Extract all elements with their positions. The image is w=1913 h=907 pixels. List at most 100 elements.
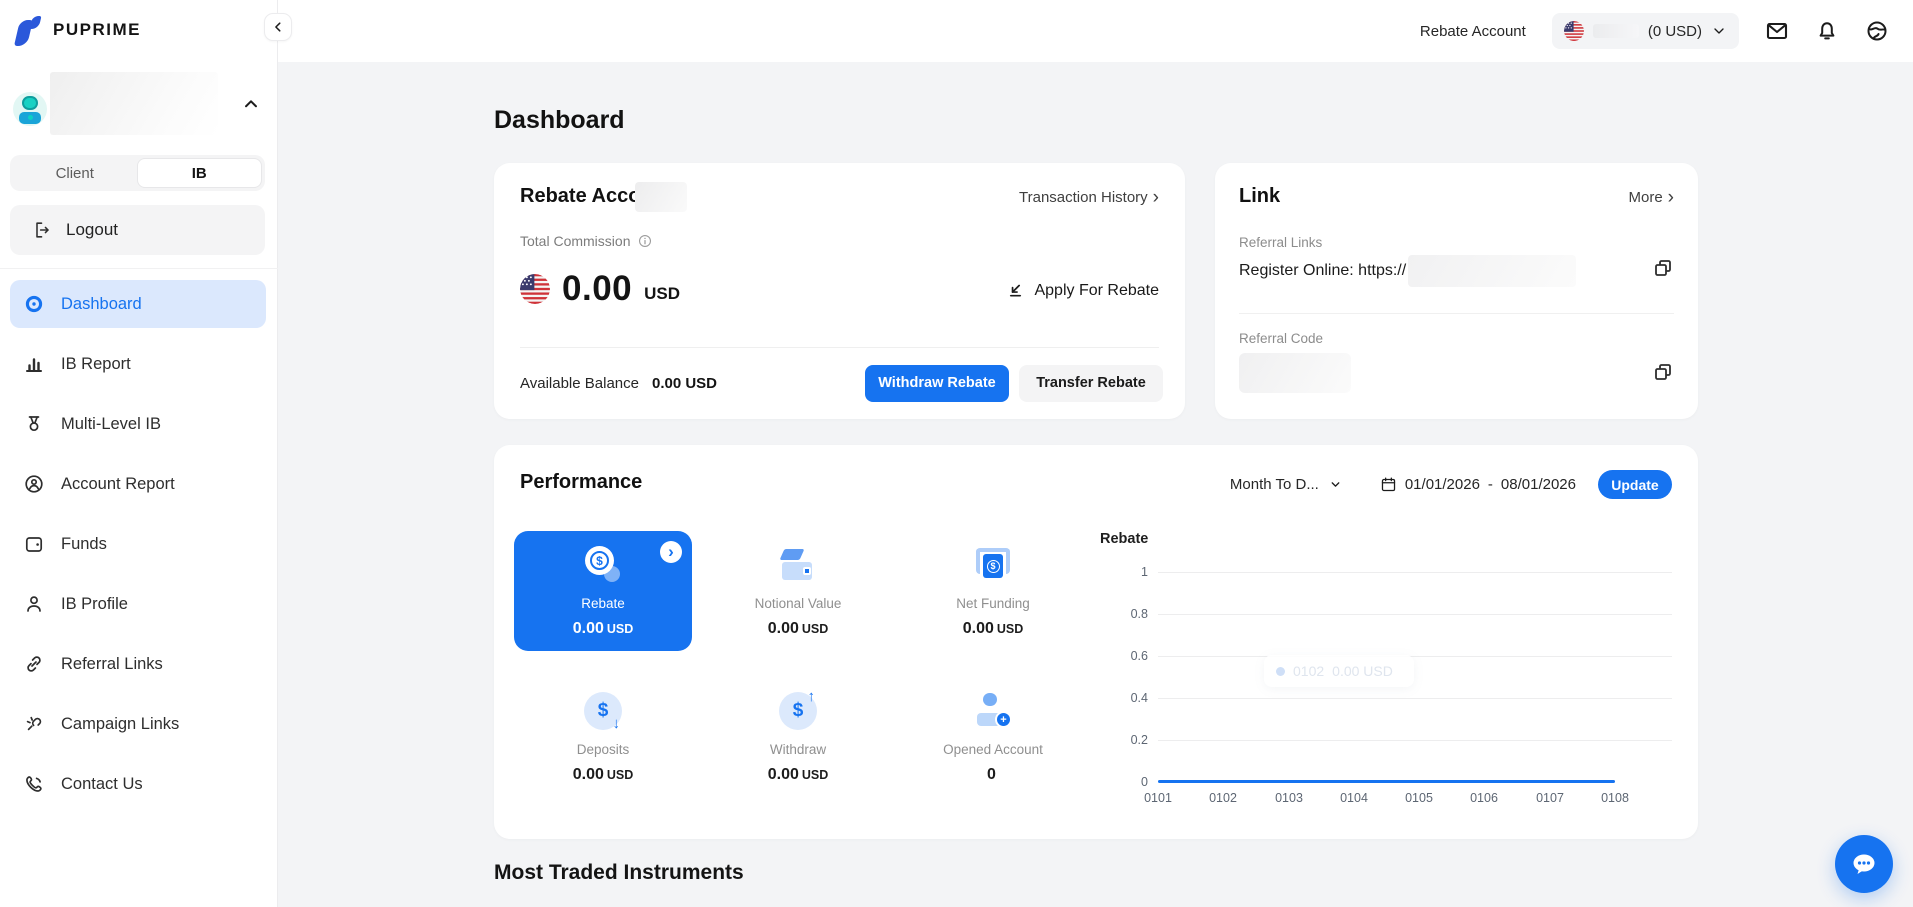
person-icon bbox=[23, 593, 45, 615]
chart-tooltip: 0102 0.00 USD bbox=[1264, 655, 1414, 687]
tile-opened-account[interactable]: + Opened Account 0 bbox=[904, 677, 1082, 797]
link-more-link[interactable]: More › bbox=[1628, 189, 1674, 206]
sidebar-item-referral-links[interactable]: Referral Links bbox=[10, 640, 266, 688]
y-axis-tick: 0.6 bbox=[1094, 649, 1148, 663]
x-axis-tick: 0108 bbox=[1601, 791, 1629, 805]
chat-widget-button[interactable] bbox=[1835, 835, 1893, 893]
sidebar-item-label: Account Report bbox=[61, 475, 175, 494]
sidebar-item-funds[interactable]: Funds bbox=[10, 520, 266, 568]
account-selector[interactable]: (0 USD) bbox=[1552, 13, 1739, 49]
redacted-user-name bbox=[50, 72, 218, 135]
tile-notional-value[interactable]: Notional Value 0.00USD bbox=[709, 531, 887, 651]
update-button[interactable]: Update bbox=[1598, 470, 1672, 499]
apply-for-rebate-link[interactable]: Apply For Rebate bbox=[1006, 281, 1159, 300]
tab-ib[interactable]: IB bbox=[137, 158, 263, 188]
sidebar-item-label: Campaign Links bbox=[61, 715, 179, 734]
x-axis-tick: 0106 bbox=[1470, 791, 1498, 805]
sidebar-item-label: Contact Us bbox=[61, 775, 143, 794]
mail-icon[interactable] bbox=[1765, 19, 1789, 43]
copy-icon[interactable] bbox=[1652, 257, 1674, 279]
tile-label: Notional Value bbox=[755, 596, 842, 611]
sidebar-item-label: Dashboard bbox=[61, 295, 142, 314]
performance-card: Performance Month To D... 01/01/2026 - 0… bbox=[494, 445, 1698, 839]
medal-icon bbox=[23, 413, 45, 435]
sidebar-item-ib-report[interactable]: IB Report bbox=[10, 340, 266, 388]
account-mode-toggle: Client IB bbox=[10, 155, 265, 191]
user-summary[interactable] bbox=[0, 72, 278, 136]
sidebar-item-label: Multi-Level IB bbox=[61, 415, 161, 434]
tile-rebate[interactable]: › $ Rebate 0.00USD bbox=[514, 531, 692, 651]
rebate-coin-icon: $ bbox=[583, 543, 623, 587]
tile-value: 0.00USD bbox=[573, 620, 634, 638]
sidebar-collapse-button[interactable] bbox=[264, 13, 292, 41]
tile-withdraw[interactable]: $↑ Withdraw 0.00USD bbox=[709, 677, 887, 797]
tile-net-funding[interactable]: $ Net Funding 0.00USD bbox=[904, 531, 1082, 651]
range-label: Month To D... bbox=[1230, 476, 1319, 493]
available-balance-value: 0.00 USD bbox=[652, 375, 717, 392]
chevron-down-icon bbox=[1329, 478, 1342, 491]
redacted-account-number bbox=[1593, 24, 1639, 38]
x-axis-tick: 0101 bbox=[1144, 791, 1172, 805]
redacted-account-id bbox=[635, 182, 687, 212]
rebate-account-card: Rebate Account Transaction History › Tot… bbox=[494, 163, 1185, 419]
chevron-up-icon[interactable] bbox=[242, 95, 260, 113]
tile-label: Withdraw bbox=[770, 742, 826, 757]
tooltip-label: 0102 bbox=[1293, 663, 1324, 679]
logout-button[interactable]: Logout bbox=[10, 205, 265, 255]
chevron-right-icon[interactable]: › bbox=[660, 541, 682, 563]
logout-label: Logout bbox=[66, 220, 118, 240]
more-label: More bbox=[1628, 189, 1662, 206]
date-start: 01/01/2026 bbox=[1405, 476, 1480, 493]
sidebar-divider bbox=[0, 268, 278, 269]
transaction-history-link[interactable]: Transaction History › bbox=[1019, 189, 1159, 206]
gridline bbox=[1158, 656, 1672, 657]
tab-client[interactable]: Client bbox=[13, 158, 137, 188]
withdraw-rebate-button[interactable]: Withdraw Rebate bbox=[865, 365, 1009, 402]
sidebar-item-label: Referral Links bbox=[61, 655, 163, 674]
tile-label: Opened Account bbox=[943, 742, 1043, 757]
performance-title: Performance bbox=[520, 471, 642, 494]
gridline bbox=[1158, 740, 1672, 741]
tile-label: Net Funding bbox=[956, 596, 1030, 611]
us-flag-icon bbox=[520, 274, 550, 304]
dashboard-icon bbox=[23, 293, 45, 315]
chart-title: Rebate bbox=[1100, 531, 1148, 547]
sidebar-item-multi-level-ib[interactable]: Multi-Level IB bbox=[10, 400, 266, 448]
sidebar-item-ib-profile[interactable]: IB Profile bbox=[10, 580, 266, 628]
most-traded-title: Most Traded Instruments bbox=[494, 861, 1698, 885]
tile-label: Deposits bbox=[577, 742, 630, 757]
date-separator: - bbox=[1488, 476, 1493, 493]
main-area: Dashboard Rebate Account Transaction His… bbox=[279, 62, 1913, 907]
sidebar-item-campaign-links[interactable]: Campaign Links bbox=[10, 700, 266, 748]
transfer-rebate-button[interactable]: Transfer Rebate bbox=[1019, 365, 1163, 402]
date-range-select[interactable]: Month To D... bbox=[1230, 476, 1342, 493]
redacted-referral-link bbox=[1408, 255, 1576, 287]
divider bbox=[1239, 313, 1674, 314]
date-range-picker[interactable]: 01/01/2026 - 08/01/2026 bbox=[1380, 476, 1576, 493]
globe-icon[interactable] bbox=[1865, 19, 1889, 43]
referral-links-label: Referral Links bbox=[1239, 235, 1322, 250]
referral-link-row: Register Online: https:// bbox=[1239, 255, 1576, 287]
info-icon[interactable] bbox=[637, 233, 653, 249]
link-card: Link More › Referral Links Register Onli… bbox=[1215, 163, 1698, 419]
x-axis-tick: 0103 bbox=[1275, 791, 1303, 805]
sidebar-item-contact-us[interactable]: Contact Us bbox=[10, 760, 266, 808]
referral-code-label: Referral Code bbox=[1239, 331, 1323, 346]
account-type-label: Rebate Account bbox=[1420, 23, 1526, 40]
tile-value: 0 bbox=[987, 766, 999, 784]
calendar-icon bbox=[1380, 476, 1397, 493]
copy-icon[interactable] bbox=[1652, 361, 1674, 383]
divider bbox=[520, 347, 1159, 348]
tile-value: 0.00USD bbox=[573, 766, 634, 784]
tile-deposits[interactable]: $↓ Deposits 0.00USD bbox=[514, 677, 692, 797]
register-online-link[interactable]: Register Online: https:// bbox=[1239, 262, 1406, 280]
bell-icon[interactable] bbox=[1815, 19, 1839, 43]
chevron-right-icon: › bbox=[1153, 191, 1159, 205]
link-icon bbox=[23, 653, 45, 675]
bar-chart-icon bbox=[23, 353, 45, 375]
logo: PUPRIME bbox=[14, 12, 141, 48]
sidebar-item-account-report[interactable]: Account Report bbox=[10, 460, 266, 508]
total-commission-label: Total Commission bbox=[520, 233, 630, 249]
sidebar-item-label: IB Report bbox=[61, 355, 131, 374]
sidebar-item-dashboard[interactable]: Dashboard bbox=[10, 280, 266, 328]
